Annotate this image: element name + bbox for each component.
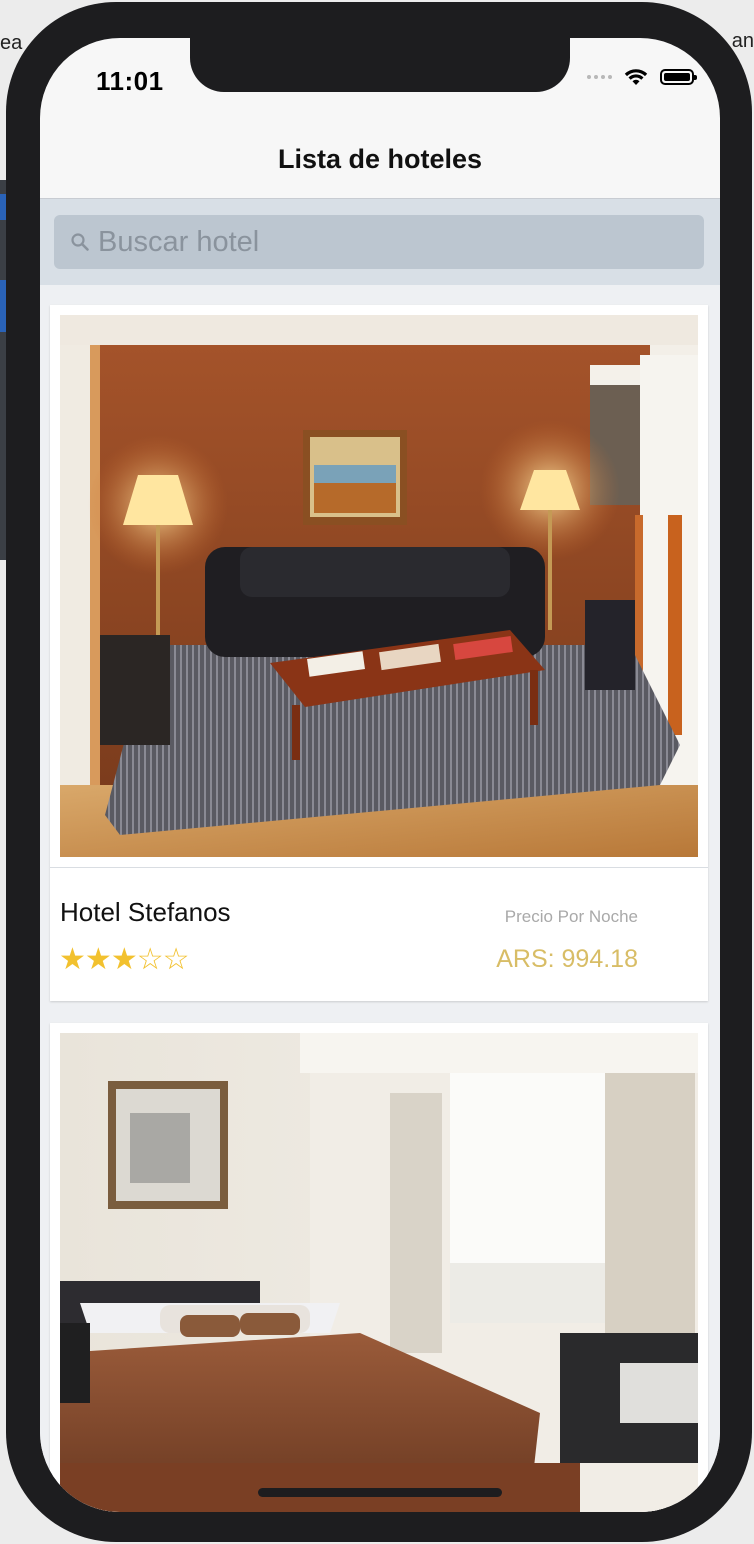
device-notch: [190, 38, 570, 92]
price-value: ARS: 994.18: [496, 945, 638, 973]
search-icon: [70, 231, 92, 253]
star-filled-icon: ★: [84, 943, 112, 976]
search-input[interactable]: [96, 224, 680, 260]
wifi-icon: [624, 69, 648, 85]
phone-frame: 11:01 Lista de hoteles Buscar hotel Hote…: [6, 2, 752, 1542]
card-divider: [50, 867, 708, 868]
hotel-card[interactable]: [50, 1023, 708, 1512]
search-bar: [40, 199, 720, 285]
background-window-text: ea: [0, 32, 23, 54]
battery-icon: [660, 69, 697, 85]
search-field[interactable]: [54, 215, 704, 269]
page-title: Lista de hoteles: [277, 144, 483, 174]
status-indicators: [587, 68, 697, 86]
star-empty-icon: ☆: [136, 943, 164, 976]
hotel-name: Hotel Stefanos: [60, 897, 231, 927]
star-rating: ★★★☆☆: [59, 943, 190, 976]
phone-screen: 11:01 Lista de hoteles Buscar hotel Hote…: [40, 38, 720, 1512]
cellular-signal-icon: [587, 75, 612, 79]
hotel-photo: [60, 1033, 698, 1512]
home-indicator[interactable]: [258, 1488, 502, 1497]
price-label: Precio Por Noche: [504, 907, 638, 926]
background-window-text: an: [731, 30, 754, 52]
status-time: 11:01: [96, 66, 164, 96]
hotel-card[interactable]: Hotel Stefanos ★★★☆☆ Precio Por Noche AR…: [50, 305, 708, 1001]
star-filled-icon: ★: [59, 943, 86, 976]
hotel-list[interactable]: Hotel Stefanos ★★★☆☆ Precio Por Noche AR…: [40, 285, 720, 1512]
star-empty-icon: ☆: [162, 943, 190, 976]
navigation-bar: Lista de hoteles: [40, 126, 720, 199]
hotel-photo: [60, 315, 698, 857]
star-filled-icon: ★: [110, 943, 138, 976]
